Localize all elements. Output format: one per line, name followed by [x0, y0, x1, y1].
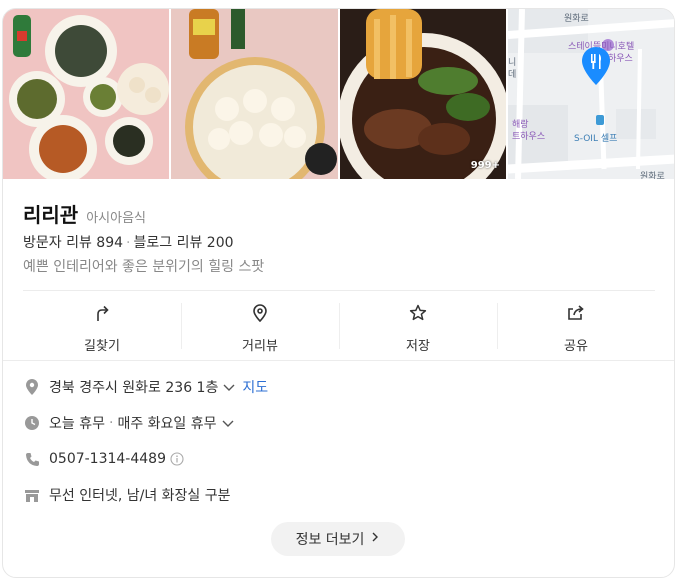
map-label-gas-station: S-OIL 셀프	[574, 134, 618, 144]
save-label: 저장	[406, 339, 430, 354]
share-icon	[566, 303, 586, 327]
chevron-down-icon[interactable]	[222, 380, 236, 394]
directions-icon	[92, 303, 112, 327]
address-row: 경북 경주시 원화로 236 1층 지도	[23, 369, 268, 405]
photo-dumplings[interactable]	[171, 9, 338, 179]
location-pin-icon	[250, 303, 270, 327]
directions-label: 길찾기	[84, 339, 120, 354]
phone-number[interactable]: 0507-1314-4489	[49, 451, 166, 467]
map-label-house2: 트하우스	[512, 132, 546, 142]
chevron-down-icon[interactable]	[221, 416, 235, 430]
photo-food-table[interactable]	[3, 9, 169, 179]
place-name[interactable]: 리리관	[23, 199, 78, 228]
phone-icon	[23, 450, 41, 468]
place-tagline: 예쁜 인테리어와 좋은 분위기의 힐링 스팟	[23, 259, 265, 275]
place-category: 아시아음식	[86, 211, 147, 226]
map-label-road-2: 원화로	[640, 172, 665, 179]
street-view-label: 거리뷰	[242, 339, 278, 354]
address-text: 경북 경주시 원화로 236 1층	[49, 380, 219, 396]
action-bar: 길찾기 거리뷰 저장 공유	[23, 290, 655, 362]
street-view-button[interactable]: 거리뷰	[181, 291, 339, 362]
separator-dot: ·	[126, 235, 131, 251]
building-icon	[23, 486, 41, 504]
photo-strip: 999+ 원화로 스테이뜰미니호텔 하우스 니 데 해랑 트하우스 S-OIL …	[3, 9, 674, 179]
title-row: 리리관 아시아음식	[23, 199, 146, 228]
more-info-label: 정보 더보기	[295, 532, 365, 548]
visitor-review-link[interactable]: 방문자 리뷰 894	[23, 235, 123, 251]
map-label-left2: 데	[508, 70, 517, 80]
detail-list: 경북 경주시 원화로 236 1층 지도 오늘 휴무 · 매주 화요일 휴무 0…	[23, 369, 268, 513]
hours-today: 오늘 휴무	[49, 416, 105, 432]
map-label-road: 원화로	[564, 14, 589, 24]
blog-review-link[interactable]: 블로그 리뷰 200	[133, 235, 233, 251]
directions-button[interactable]: 길찾기	[23, 291, 181, 362]
place-card: 999+ 원화로 스테이뜰미니호텔 하우스 니 데 해랑 트하우스 S-OIL …	[2, 8, 675, 578]
map-label-guesthouse: 하우스	[608, 54, 633, 64]
clock-icon	[23, 414, 41, 432]
mini-map[interactable]: 원화로 스테이뜰미니호텔 하우스 니 데 해랑 트하우스 S-OIL 셀프 원화…	[508, 9, 674, 179]
review-summary: 방문자 리뷰 894 · 블로그 리뷰 200	[23, 232, 234, 252]
photo-noodle-soup[interactable]: 999+	[340, 9, 506, 179]
hours-weekly: 매주 화요일 휴무	[117, 416, 217, 432]
chevron-right-icon	[370, 531, 380, 547]
star-icon	[408, 303, 428, 327]
divider	[3, 360, 674, 361]
info-icon[interactable]	[170, 452, 184, 466]
save-button[interactable]: 저장	[339, 291, 497, 362]
more-info-button[interactable]: 정보 더보기	[271, 522, 405, 556]
location-icon	[23, 378, 41, 396]
amenities-row: 무선 인터넷, 남/녀 화장실 구분	[23, 477, 268, 513]
hours-row: 오늘 휴무 · 매주 화요일 휴무	[23, 405, 268, 441]
share-button[interactable]: 공유	[497, 291, 655, 362]
separator-dot: ·	[108, 415, 114, 431]
photo-count-badge: 999+	[470, 160, 500, 171]
amenities-text: 무선 인터넷, 남/녀 화장실 구분	[49, 488, 231, 504]
phone-row: 0507-1314-4489	[23, 441, 268, 477]
share-label: 공유	[564, 339, 588, 354]
map-link[interactable]: 지도	[242, 377, 268, 397]
